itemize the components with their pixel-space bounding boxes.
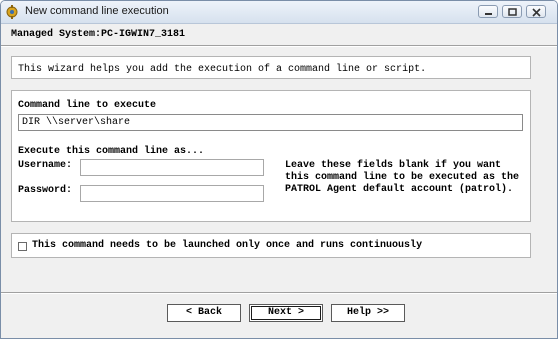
back-button[interactable]: < Back <box>167 304 241 322</box>
command-panel: Command line to execute DIR \\server\sha… <box>11 90 531 222</box>
next-button[interactable]: Next > <box>249 304 323 322</box>
help-button[interactable]: Help >> <box>331 304 405 322</box>
close-icon[interactable] <box>526 5 546 18</box>
options-panel: This command needs to be launched only o… <box>11 233 531 258</box>
wizard-window: New command line execution Managed Syste… <box>0 0 558 339</box>
credentials-help-text: Leave these fields blank if you want thi… <box>285 160 520 195</box>
command-line-label: Command line to execute <box>18 100 157 111</box>
minimize-icon[interactable] <box>478 5 498 18</box>
run-once-checkbox[interactable] <box>18 242 27 251</box>
gear-app-icon <box>5 5 19 19</box>
intro-panel: This wizard helps you add the execution … <box>11 56 531 79</box>
maximize-icon[interactable] <box>502 5 522 18</box>
header-divider <box>1 45 557 47</box>
footer-divider <box>1 292 557 294</box>
username-field[interactable] <box>80 159 264 176</box>
password-label: Password: <box>18 185 73 196</box>
execute-as-heading: Execute this command line as... <box>18 146 205 157</box>
window-title: New command line execution <box>25 5 169 17</box>
title-bar[interactable]: New command line execution <box>1 1 557 24</box>
managed-system-label: Managed System:PC-IGWIN7_3181 <box>11 29 186 40</box>
username-label: Username: <box>18 160 73 171</box>
intro-text: This wizard helps you add the execution … <box>18 64 427 75</box>
password-field[interactable] <box>80 185 264 202</box>
run-once-label[interactable]: This command needs to be launched only o… <box>32 240 422 251</box>
command-line-input[interactable]: DIR \\server\share <box>18 114 523 131</box>
